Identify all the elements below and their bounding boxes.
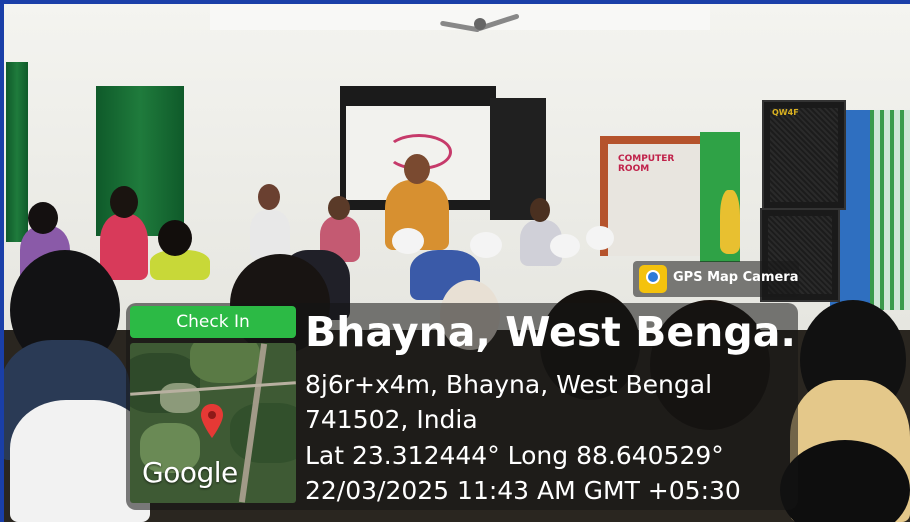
address-line-1: 8j6r+x4m, Bhayna, West Bengal xyxy=(305,370,713,399)
location-pin-icon xyxy=(201,404,223,438)
frame-border-top xyxy=(0,0,910,4)
map-brand-logo: Google xyxy=(142,456,238,489)
address-line-2: 741502, India xyxy=(305,405,478,434)
datetime: 22/03/2025 11:43 AM GMT +05:30 xyxy=(305,476,741,505)
door-sign: COMPUTER ROOM xyxy=(618,154,675,174)
gps-app-tag: GPS Map Camera xyxy=(633,261,799,297)
place-title: Bhayna, West Benga... xyxy=(305,308,793,356)
speaker-logo: QW4F xyxy=(772,108,799,117)
app-name-label: GPS Map Camera xyxy=(673,270,799,285)
ceiling-fan xyxy=(439,10,520,40)
frame-border-left xyxy=(0,0,4,522)
check-in-badge: Check In xyxy=(130,306,296,338)
coordinates: Lat 23.312444° Long 88.640529° xyxy=(305,441,724,470)
gps-map-camera-icon xyxy=(639,265,667,293)
